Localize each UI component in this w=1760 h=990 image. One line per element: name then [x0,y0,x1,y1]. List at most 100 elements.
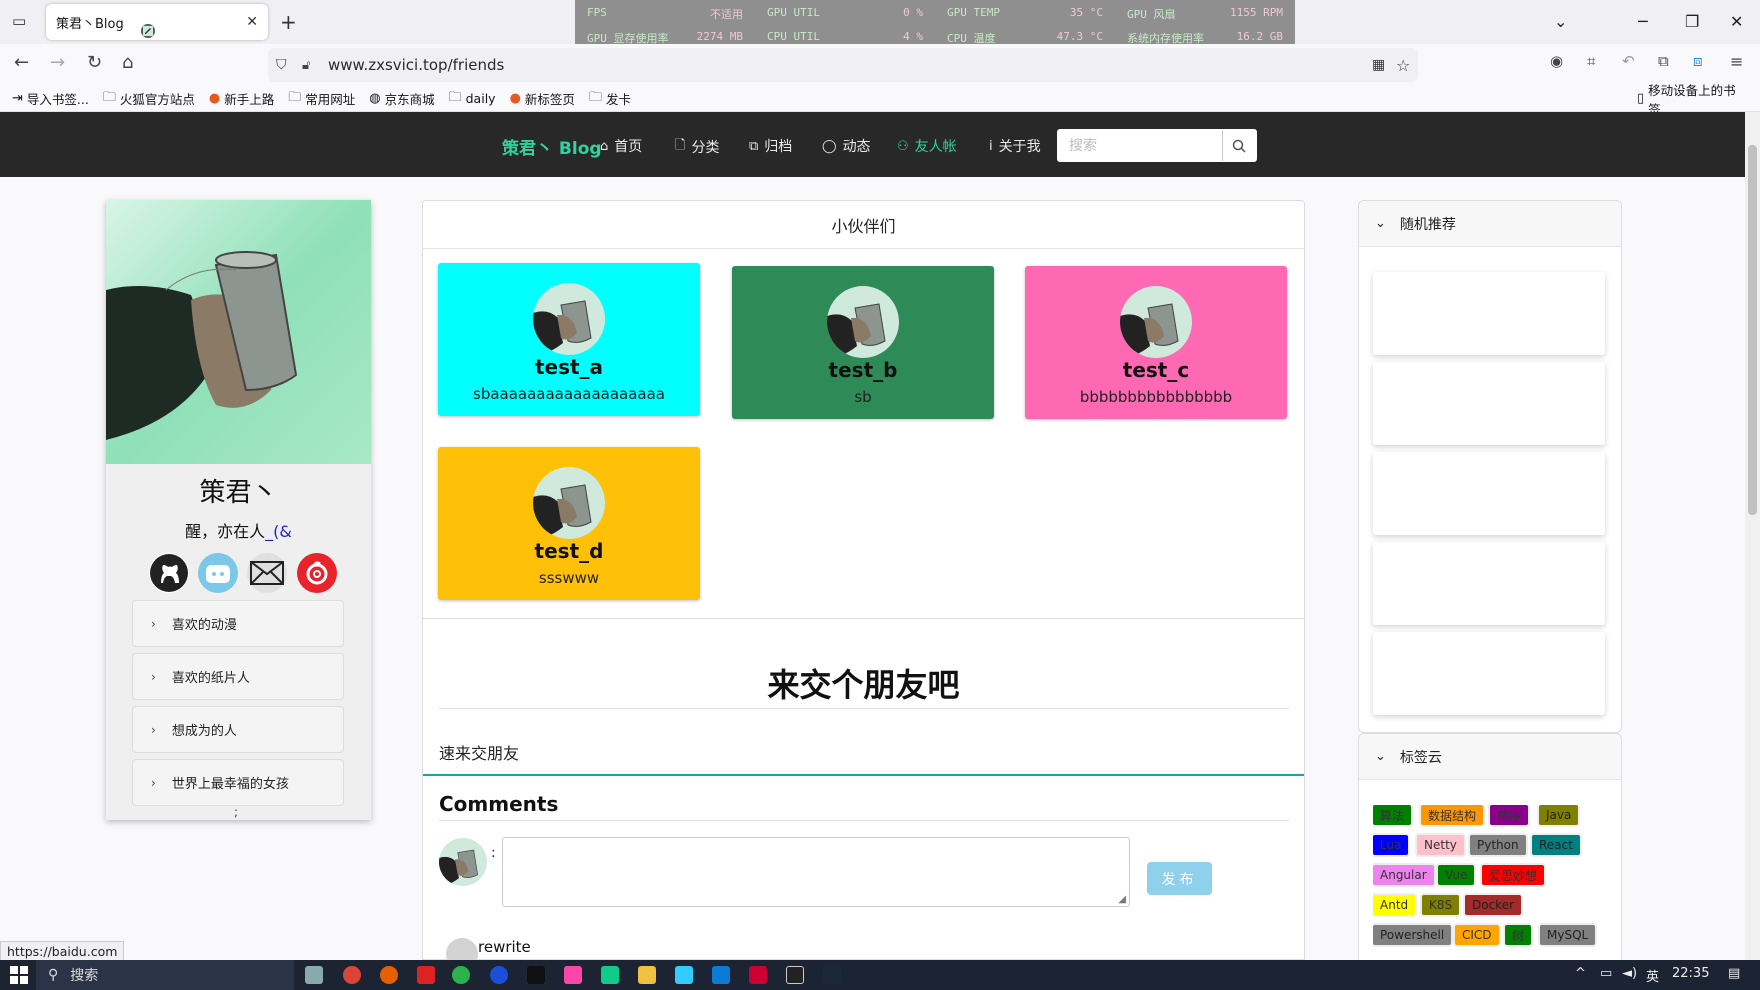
github-icon[interactable] [149,553,189,593]
search-button[interactable] [1222,130,1254,161]
tag-cloud-header[interactable]: ⌄ 标签云 [1359,734,1621,780]
close-tab-icon[interactable]: ✕ [246,14,258,30]
nav-category[interactable]: 🗋︎ 分类 [675,136,719,158]
site-brand[interactable]: 策君丶 Blog [502,134,602,159]
datagrip-icon[interactable] [786,966,804,984]
bilibili-icon[interactable] [198,553,238,593]
minimize-button[interactable]: ─ [1638,12,1648,31]
screenshot-icon[interactable]: ⌗ [1587,52,1595,70]
address-bar[interactable]: ⛉ 🔓︎ www.zxsvici.top/friends ▦ ☆ [268,48,1418,82]
search-input[interactable] [1057,130,1222,161]
home-icon[interactable]: ⌂ [122,52,133,73]
translate-icon[interactable]: ⧈ [1693,52,1703,70]
tag-chip[interactable]: Netty [1417,835,1464,855]
chrome-icon[interactable] [343,966,361,984]
tag-chip[interactable]: 算法 [1373,805,1412,825]
app-icon[interactable] [490,966,508,984]
firefox-icon[interactable] [380,966,398,984]
recommend-item[interactable] [1373,452,1605,535]
friend-card[interactable]: test_b sb [732,266,994,419]
extensions-icon[interactable]: ⧉ [1658,52,1669,70]
close-window-button[interactable]: ✕ [1730,12,1743,31]
clock[interactable]: 22:35 [1672,966,1709,981]
account-icon[interactable]: ◉ [1550,52,1563,70]
app-icon[interactable] [564,966,582,984]
tag-chip[interactable]: Docker [1465,895,1522,915]
nav-friends[interactable]: ⚇ 友人帐 [897,136,957,156]
windows-start-icon[interactable] [10,966,28,988]
bookmark-import[interactable]: ⇥ 导入书签... [12,89,89,108]
tag-chip[interactable]: Angular [1373,865,1434,885]
nav-home[interactable]: ⌂ 首页 [600,136,642,156]
qr-code-icon[interactable]: ▦ [1372,57,1385,73]
tag-chip[interactable]: Java [1539,805,1579,825]
accordion-role-model[interactable]: › 想成为的人 [132,706,344,753]
recommend-item[interactable] [1373,362,1605,445]
recommend-item[interactable] [1373,542,1605,625]
comment-textarea[interactable]: ◢ [502,837,1130,907]
resize-handle-icon[interactable]: ◢ [1118,894,1126,905]
tab-list-icon[interactable]: ▭ [12,12,26,30]
tag-chip[interactable]: 数据结构 [1421,805,1484,825]
undo-icon[interactable]: ↶ [1622,52,1635,70]
new-tab-button[interactable]: + [280,10,297,34]
webstorm-icon[interactable] [601,966,619,984]
bookmark-link[interactable]: ◍ 京东商城 [369,89,434,108]
tray-chevron-icon[interactable]: ^ [1575,966,1586,981]
comment-user-name[interactable]: rewrite [478,938,531,956]
nav-moments[interactable]: ◯ 动态 [822,136,871,156]
back-icon[interactable]: ← [14,52,29,73]
volume-icon[interactable]: ◄) [1622,966,1637,981]
tag-chip[interactable]: 排序 [1490,805,1529,825]
tag-chip[interactable]: React [1532,835,1580,855]
accordion-favorite-characters[interactable]: › 喜欢的纸片人 [132,653,344,700]
task-view-icon[interactable] [305,966,323,984]
nav-about[interactable]: i 关于我 [989,136,1041,156]
restore-button[interactable]: ❐ [1685,12,1699,31]
tab-overflow-icon[interactable]: ⌄ [1554,12,1567,31]
shield-icon[interactable]: ⛉ [276,57,287,73]
bookmark-link[interactable]: ● 新标签页 [510,89,575,108]
tag-chip[interactable]: 树 [1505,925,1532,945]
bookmark-link[interactable]: ● 新手上路 [209,89,274,108]
random-recommend-header[interactable]: ⌄ 随机推荐 [1359,201,1621,247]
tag-chip[interactable]: Antd [1373,895,1416,915]
bookmark-folder[interactable]: 🗀︎ 火狐官方站点 [103,88,195,110]
notification-icon[interactable]: ▤ [1728,966,1740,981]
tag-chip[interactable]: 爱思妙想 [1482,865,1545,885]
reload-icon[interactable]: ↻ [87,52,102,73]
tag-chip[interactable]: Vue [1438,865,1475,885]
friend-card[interactable]: test_a sbaaaaaaaaaaaaaaaaaaa [438,263,700,416]
tag-chip[interactable]: K8S [1422,895,1460,915]
netease-music-icon[interactable] [297,553,337,593]
tag-chip[interactable]: Powershell [1373,925,1452,945]
intellij-icon[interactable] [749,966,767,984]
tiktok-icon[interactable] [527,966,545,984]
browser-tab[interactable]: 策君丶Blog ✕ [46,4,268,40]
forward-icon[interactable]: → [50,52,65,73]
bookmark-folder[interactable]: 🗀︎ 发卡 [589,88,631,110]
bookmark-star-icon[interactable]: ☆ [1396,56,1410,75]
app-icon[interactable] [417,966,435,984]
bio-link[interactable]: _(& [265,522,292,541]
friend-card[interactable]: test_c bbbbbbbbbbbbbbbb [1025,266,1287,419]
tag-chip[interactable]: MySQL [1540,925,1596,945]
scrollbar-thumb[interactable] [1748,145,1757,515]
friend-card[interactable]: test_d ssswww [438,447,700,600]
tag-chip[interactable]: Lua [1373,835,1409,855]
file-explorer-icon[interactable] [638,966,656,984]
accordion-happiest-girl[interactable]: › 世界上最幸福的女孩 [132,759,344,806]
insecure-lock-icon[interactable]: 🔓︎ [302,58,310,73]
recommend-item[interactable] [1373,272,1605,355]
bookmark-folder[interactable]: 🗀︎ daily [449,88,496,110]
accordion-favorite-anime[interactable]: › 喜欢的动漫 [132,600,344,647]
recommend-item[interactable] [1373,632,1605,715]
vscode-icon[interactable] [712,966,730,984]
bookmark-folder[interactable]: 🗀︎ 常用网址 [288,88,355,110]
publish-button[interactable]: 发布 [1147,862,1212,895]
email-icon[interactable] [247,553,287,593]
network-icon[interactable]: ▭ [1600,966,1612,981]
menu-icon[interactable]: ≡ [1730,52,1743,71]
wechat-icon[interactable] [452,966,470,984]
tag-chip[interactable]: Python [1470,835,1526,855]
